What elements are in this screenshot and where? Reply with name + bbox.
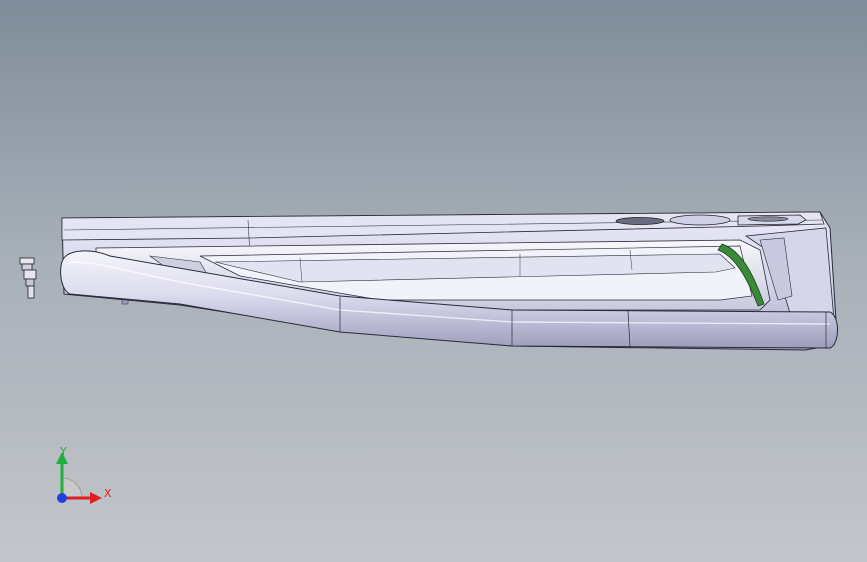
x-axis-arrowhead (90, 492, 102, 504)
y-axis-label: Y (59, 445, 67, 458)
x-axis-label: X (104, 487, 112, 500)
graphics-viewport[interactable]: Y X (0, 0, 867, 562)
orientation-triad: Y X (56, 445, 112, 504)
z-axis-dot (57, 493, 67, 503)
